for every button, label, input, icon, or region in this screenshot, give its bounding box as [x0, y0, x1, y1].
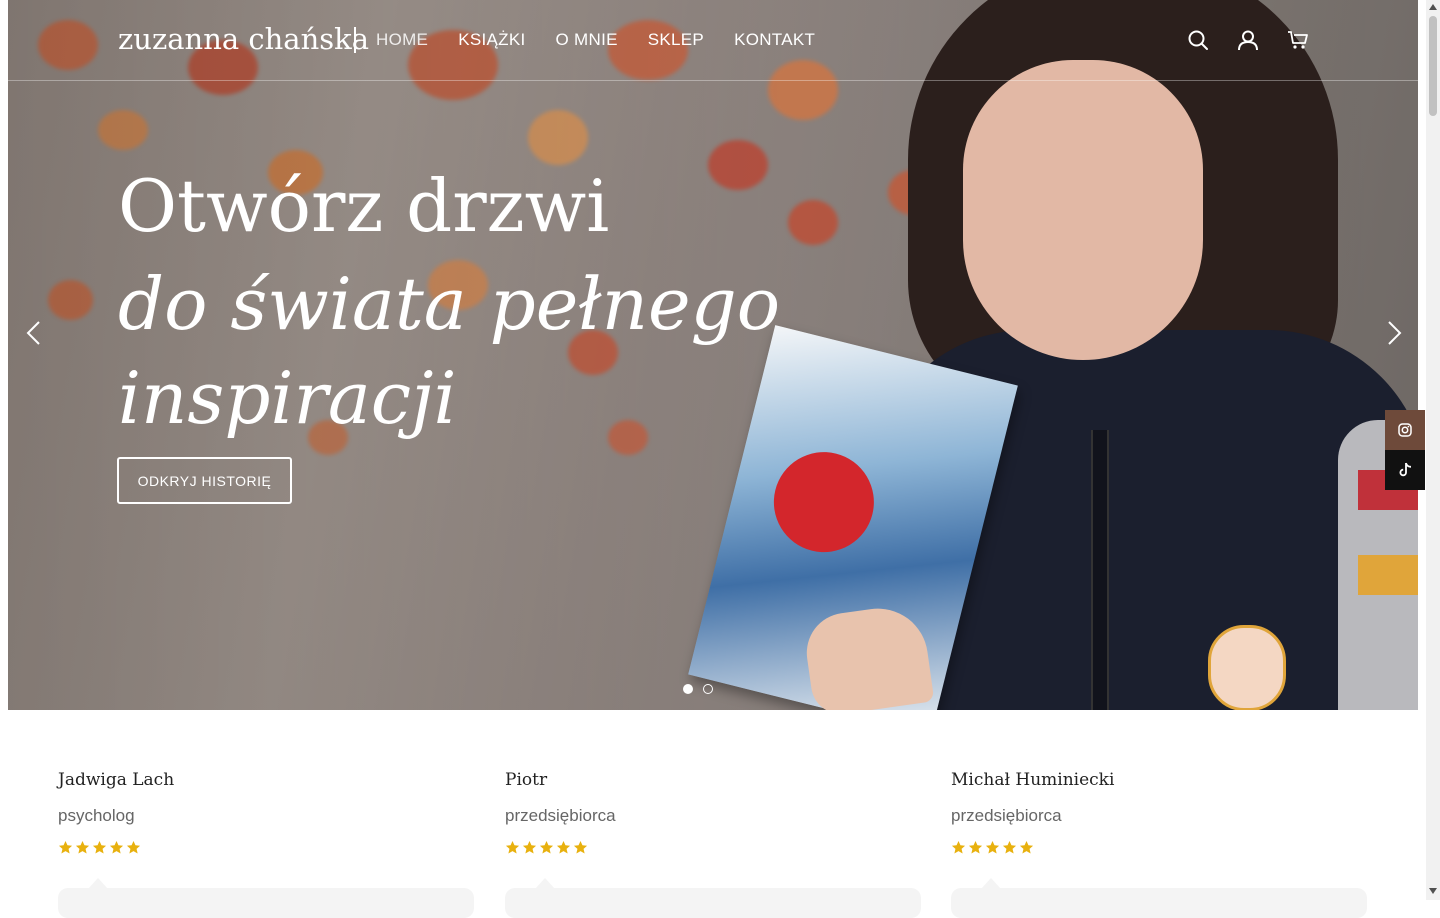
jacket-zipper [1091, 430, 1109, 710]
testimonial-card [505, 888, 921, 918]
star-icon [109, 840, 124, 854]
logo-divider [354, 27, 356, 53]
star-icon [58, 840, 73, 854]
slider-prev-arrow[interactable] [20, 318, 50, 348]
testimonial-name: Michał Huminiecki [951, 770, 1115, 790]
portrait-face [963, 60, 1203, 360]
scroll-up-arrow[interactable] [1429, 4, 1437, 10]
tiktok-icon[interactable] [1385, 450, 1425, 490]
testimonial-role: przedsiębiorca [505, 806, 616, 825]
slider-dots [683, 684, 713, 694]
rating-stars [505, 840, 921, 855]
testimonial-name: Jadwiga Lach [58, 770, 175, 790]
star-icon [126, 840, 141, 854]
testimonial: Michał Huminiecki przedsiębiorca [951, 770, 1367, 918]
testimonial: Jadwiga Lach psycholog [58, 770, 474, 918]
star-icon [985, 840, 1000, 854]
star-icon [1019, 840, 1034, 854]
star-icon [92, 840, 107, 854]
star-icon [522, 840, 537, 854]
nav-contact[interactable]: KONTAKT [734, 30, 815, 50]
testimonial-name: Piotr [505, 770, 548, 790]
scroll-thumb[interactable] [1429, 16, 1437, 116]
testimonial-role: psycholog [58, 806, 135, 825]
testimonial-card [58, 888, 474, 918]
slider-dot[interactable] [703, 684, 713, 694]
slider-next-arrow[interactable] [1378, 318, 1408, 348]
testimonial-role: przedsiębiorca [951, 806, 1062, 825]
hero-heading-line3: inspiracji [118, 356, 457, 440]
discover-story-button[interactable]: ODKRYJ HISTORIĘ [117, 457, 292, 504]
search-icon[interactable] [1186, 28, 1210, 52]
main-nav: HOME KSIĄŻKI O MNIE SKLEP KONTAKT [376, 30, 815, 50]
star-icon [968, 840, 983, 854]
star-icon [951, 840, 966, 854]
page-scrollbar[interactable] [1426, 0, 1440, 900]
hero-slider [8, 0, 1418, 710]
rating-stars [58, 840, 474, 855]
hero-heading-line1: Otwórz drzwi [118, 164, 610, 248]
star-icon [505, 840, 520, 854]
nav-home[interactable]: HOME [376, 30, 428, 50]
star-icon [539, 840, 554, 854]
slider-dot[interactable] [683, 684, 693, 694]
star-icon [75, 840, 90, 854]
instagram-icon[interactable] [1385, 410, 1425, 450]
scroll-down-arrow[interactable] [1429, 888, 1437, 894]
rating-stars [951, 840, 1367, 855]
header-icons [1186, 28, 1310, 52]
testimonial: Piotr przedsiębiorca [505, 770, 921, 918]
star-icon [556, 840, 571, 854]
cart-icon[interactable] [1286, 28, 1310, 52]
testimonial-card [951, 888, 1367, 918]
nav-books[interactable]: KSIĄŻKI [458, 30, 525, 50]
nav-about[interactable]: O MNIE [556, 30, 618, 50]
jacket-badge [1208, 625, 1286, 710]
nav-shop[interactable]: SKLEP [648, 30, 704, 50]
star-icon [573, 840, 588, 854]
site-logo[interactable]: zuzanna chańska [118, 22, 369, 56]
site-header: zuzanna chańska HOME KSIĄŻKI O MNIE SKLE… [8, 0, 1418, 81]
book-sun-graphic [763, 441, 885, 563]
star-icon [1002, 840, 1017, 854]
user-icon[interactable] [1236, 28, 1260, 52]
hero-heading-line2: do świata pełnego [118, 262, 781, 346]
sleeve-stripe [1358, 555, 1418, 595]
